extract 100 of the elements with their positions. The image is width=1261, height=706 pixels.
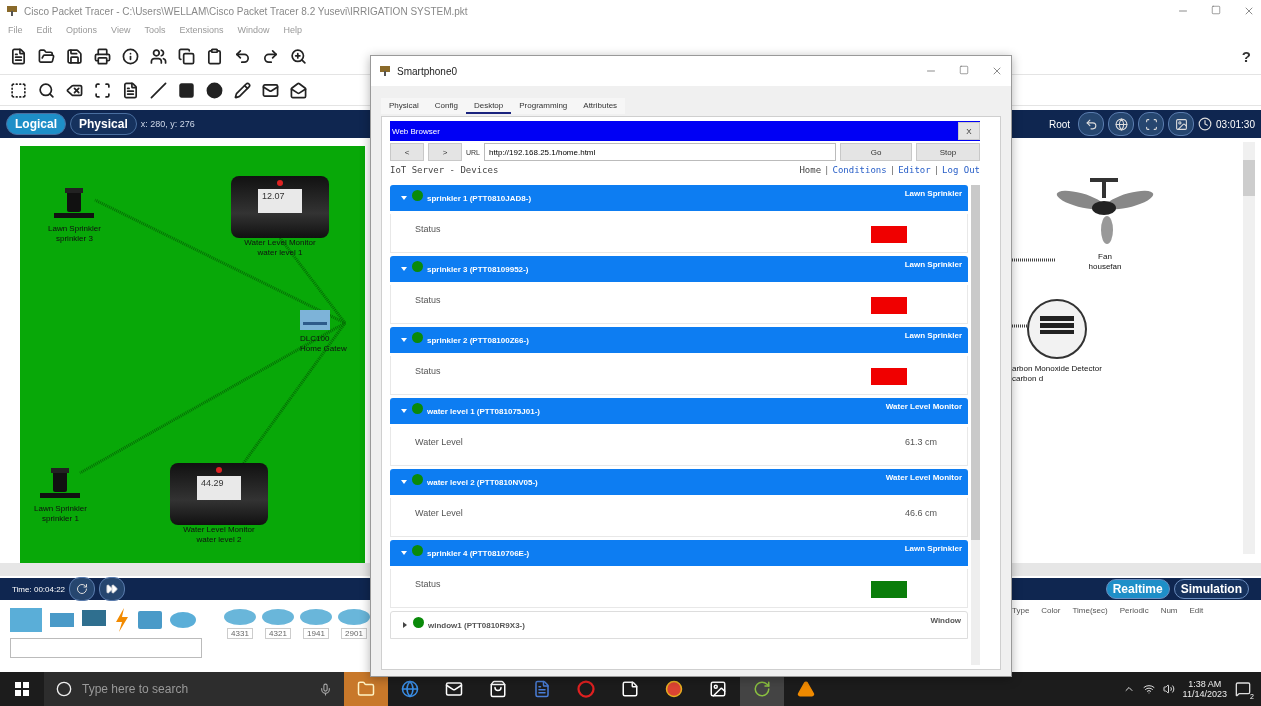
window-title: Cisco Packet Tracer - C:\Users\WELLAM\Cisco Packet Tracer 8.2 Yusevi\IRRIGATION SYSTEM.pkt (24, 5, 468, 17)
pencil-icon[interactable] (234, 81, 251, 99)
browser-icon[interactable] (401, 680, 419, 698)
move-button[interactable] (1138, 112, 1165, 136)
note-icon[interactable] (122, 81, 139, 99)
mail-icon[interactable] (445, 680, 463, 698)
device-name: water level 1 (PTT081075J01-) (427, 406, 540, 416)
cone-icon[interactable] (797, 680, 815, 698)
model-label: 4321 (265, 628, 291, 639)
dialog-tab[interactable]: Desktop (465, 98, 512, 114)
clipboard-icon[interactable] (206, 47, 223, 65)
nav-link[interactable]: Conditions (832, 165, 887, 175)
field-label: Water Level (415, 437, 463, 447)
sprinkler-icon[interactable] (54, 186, 95, 220)
info-icon[interactable] (122, 47, 139, 65)
search-field[interactable] (10, 638, 202, 658)
device-label: Lawn Sprinkler (34, 504, 87, 514)
view-tab[interactable]: Physical (70, 113, 137, 135)
mode-tab[interactable]: Simulation (1173, 579, 1249, 599)
smoke-detector-icon[interactable] (1026, 298, 1088, 360)
dialog-tab[interactable]: Attributes (575, 98, 626, 114)
document-icon[interactable] (533, 680, 551, 698)
back-button[interactable]: < (390, 143, 424, 161)
printer-icon[interactable] (94, 47, 111, 65)
save-icon[interactable] (66, 47, 83, 65)
dialog-tab[interactable]: Config (426, 98, 466, 114)
search-box[interactable]: Type here to search (44, 672, 344, 706)
device-header[interactable]: water level 1 (PTT081075J01-) Water Level Monitor (390, 398, 968, 424)
rectangle-icon[interactable] (178, 81, 195, 99)
undo-icon[interactable] (234, 47, 251, 65)
resize-icon[interactable] (94, 81, 111, 99)
sprinkler-icon[interactable] (40, 466, 81, 500)
caret-icon[interactable] (401, 621, 409, 629)
mode-tab[interactable]: Realtime (1105, 579, 1170, 599)
copy-icon[interactable] (178, 47, 195, 65)
device-header[interactable]: window1 (PTT0810R9X3-) Window (390, 611, 968, 639)
open-mail-icon[interactable] (290, 81, 307, 99)
wifi-icon[interactable] (1142, 683, 1155, 695)
redo-icon[interactable] (262, 47, 279, 65)
led-light (277, 180, 283, 186)
cloud-button[interactable] (1108, 112, 1135, 136)
dialog-tab[interactable]: Physical (381, 98, 427, 114)
device-label: sprinkler 1 (42, 514, 79, 524)
close-icon[interactable] (1243, 5, 1255, 17)
forward-button[interactable]: > (428, 143, 462, 161)
nav-link[interactable]: Editor (898, 165, 931, 175)
file-icon[interactable] (10, 47, 27, 65)
connection-line (1010, 324, 1030, 328)
app-icon[interactable] (753, 680, 771, 698)
scrollbar[interactable] (1243, 142, 1255, 554)
browser-title: Web Browser (391, 126, 440, 136)
help-button[interactable]: ? (1241, 47, 1251, 65)
search-icon[interactable] (38, 81, 55, 99)
device-header[interactable]: sprinkler 3 (PTT08109952-) Lawn Sprinkler (390, 256, 968, 282)
close-icon[interactable] (991, 65, 1003, 77)
fast-forward-button[interactable] (99, 577, 126, 601)
ring-icon[interactable] (577, 680, 595, 698)
zoom-in-icon[interactable] (290, 47, 307, 65)
device-header[interactable]: water level 2 (PTT0810NV05-) Water Level Monitor (390, 469, 968, 495)
device-label: DLC100 (300, 334, 330, 344)
nav-separator: | (824, 165, 830, 175)
ellipse-icon[interactable] (206, 81, 223, 99)
photos-icon[interactable] (709, 680, 727, 698)
users-icon[interactable] (150, 47, 167, 65)
path-label[interactable]: Root (1048, 118, 1071, 130)
picture-button[interactable] (1168, 112, 1195, 136)
stop-button[interactable]: Stop (916, 143, 980, 161)
microphone-icon[interactable] (319, 682, 332, 696)
clock-icon (1198, 117, 1213, 131)
volume-icon[interactable] (1162, 683, 1175, 695)
device-header[interactable]: sprinkler 1 (PTT0810JAD8-) Lawn Sprinkler (390, 185, 968, 211)
notification-icon[interactable] (1235, 681, 1251, 697)
bag-icon[interactable] (489, 680, 507, 698)
scrollbar[interactable] (971, 185, 980, 665)
device-header[interactable]: sprinkler 4 (PTT0810706E-) Lawn Sprinkler (390, 540, 968, 566)
folder-icon[interactable] (38, 47, 55, 65)
water-monitor-device[interactable]: 12.07 (231, 176, 329, 238)
dialog-tab[interactable]: Programming (511, 98, 576, 114)
nav-link[interactable]: Home (799, 165, 822, 175)
windows-logo-icon[interactable] (15, 682, 29, 696)
back-button[interactable] (1078, 112, 1105, 136)
url-field[interactable]: http://192.168.25.1/home.html (484, 143, 836, 161)
line-icon[interactable] (150, 81, 167, 99)
water-monitor-device[interactable]: 44.29 (170, 463, 268, 525)
device-type: Lawn Sprinkler (904, 544, 962, 553)
nav-link[interactable]: Log Out (942, 165, 980, 175)
close-button[interactable]: X (958, 122, 980, 140)
gateway-icon[interactable] (300, 310, 330, 330)
router-icon[interactable] (338, 608, 370, 626)
go-button[interactable]: Go (840, 143, 912, 161)
mail-icon[interactable] (262, 81, 279, 99)
reset-button[interactable] (69, 577, 96, 601)
view-tab[interactable]: Logical (6, 113, 66, 135)
select-icon[interactable] (10, 81, 27, 99)
app-icon (379, 65, 391, 77)
app-icon (6, 5, 18, 17)
device-header[interactable]: sprinkler 2 (PTT08100Z66-) Lawn Sprinkler (390, 327, 968, 353)
field-label: Status (415, 579, 441, 589)
device-label: carbon d (1012, 374, 1044, 384)
note-icon[interactable] (621, 680, 639, 698)
